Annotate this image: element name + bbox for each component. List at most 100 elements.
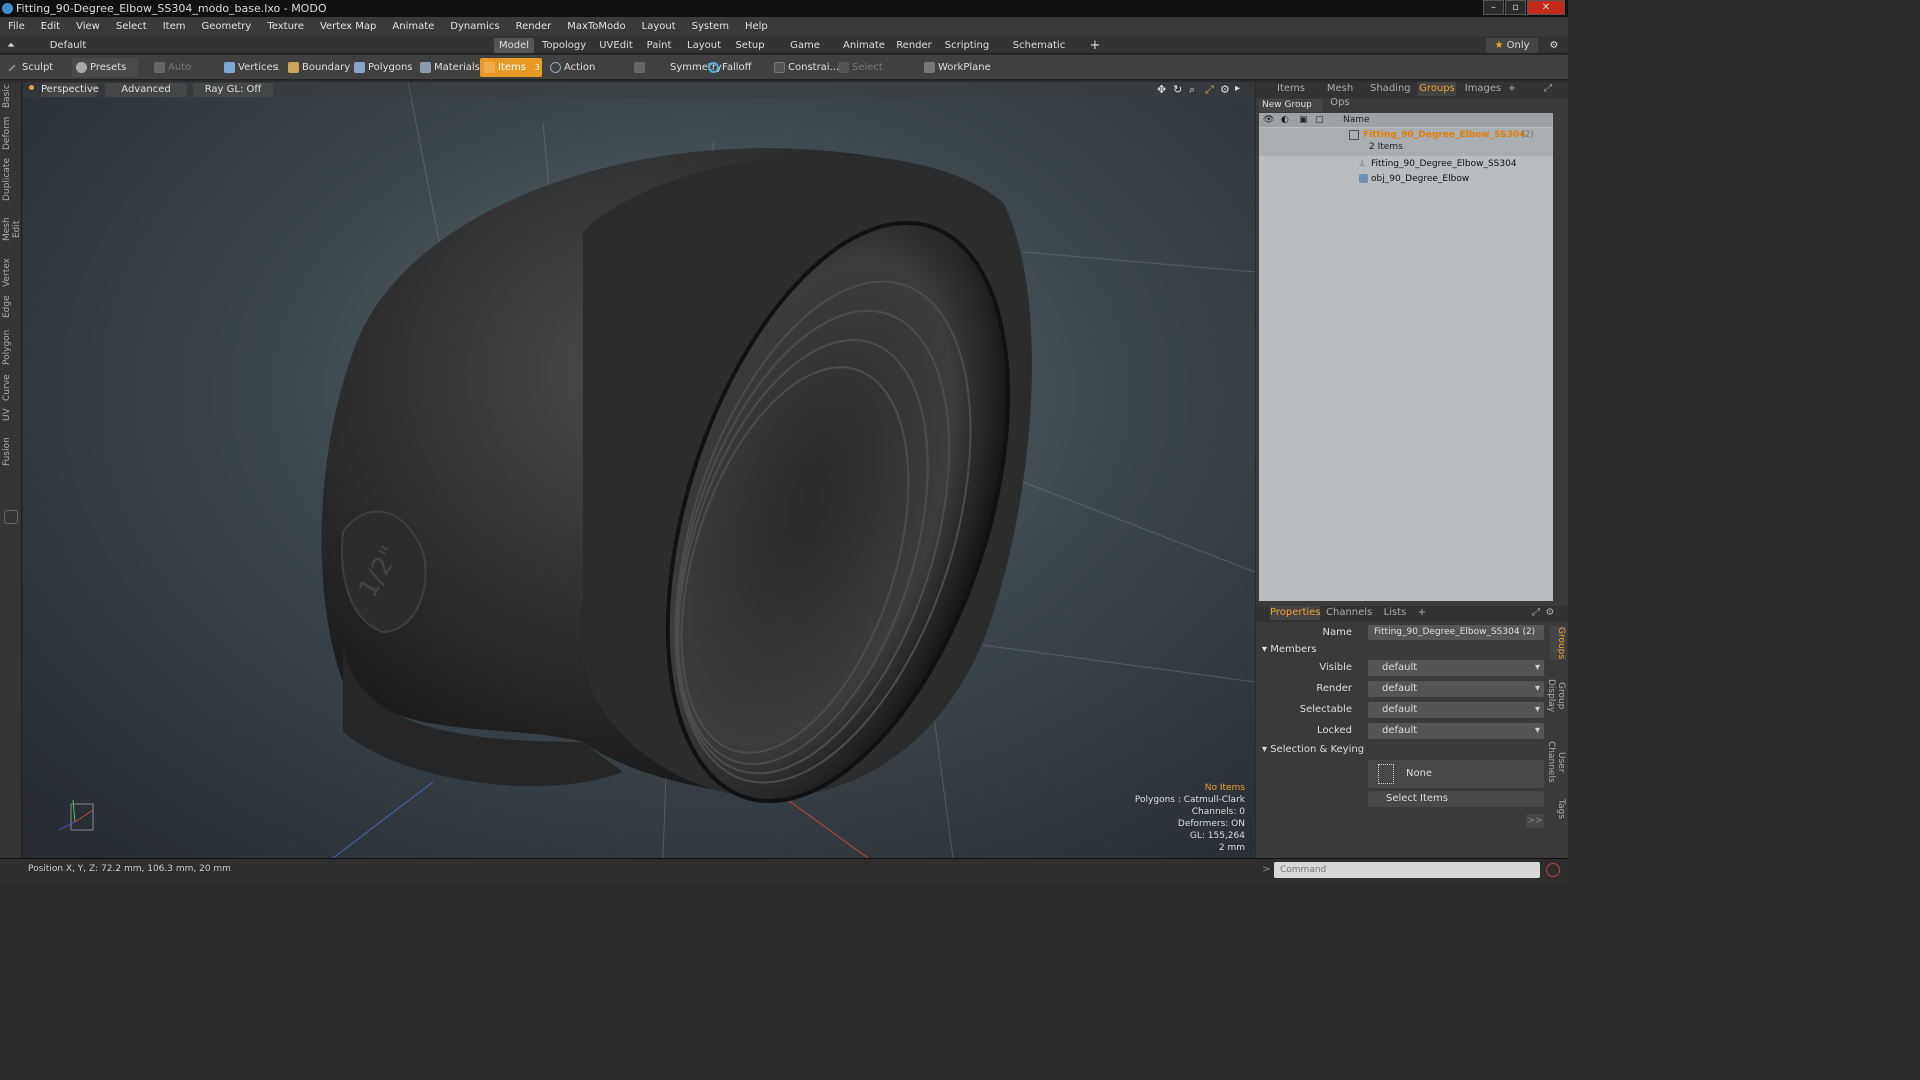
tab-mesh-ops[interactable]: Mesh Ops	[1318, 82, 1362, 108]
more-button[interactable]: >>	[1526, 814, 1544, 828]
menu-geometry[interactable]: Geometry	[193, 21, 259, 32]
minimize-button[interactable]: –	[1483, 0, 1504, 15]
selectable-dropdown[interactable]: default	[1368, 702, 1544, 718]
presets-button[interactable]: Presets	[72, 58, 138, 77]
3d-viewport[interactable]: 1/2" Perspective Advanced Ray GL: Off ✥ …	[23, 82, 1255, 858]
tab-shading[interactable]: Shading	[1370, 82, 1411, 96]
perspective-dropdown[interactable]: Perspective	[41, 83, 99, 97]
left-tab-basic[interactable]: Basic	[2, 84, 18, 108]
tab-items[interactable]: Items	[1276, 82, 1306, 96]
menu-view[interactable]: View	[68, 21, 108, 32]
viewport-expand-icon[interactable]: ▸	[1235, 83, 1240, 94]
side-tab-group-display[interactable]: Group Display	[1546, 666, 1566, 726]
tab-groups[interactable]: Groups	[1418, 82, 1456, 96]
menu-layout[interactable]: Layout	[634, 21, 684, 32]
menu-maxtomodo[interactable]: MaxToModo	[559, 21, 633, 32]
select-items-button[interactable]: Select Items	[1368, 791, 1544, 807]
record-icon[interactable]	[1546, 863, 1560, 877]
action-center-button[interactable]: Action Center	[546, 58, 626, 92]
materials-button[interactable]: Materials	[416, 58, 480, 77]
left-tab-polygon[interactable]: Polygon	[2, 328, 18, 366]
tab-scripting[interactable]: Scripting	[944, 38, 990, 53]
tab-channels[interactable]: Channels	[1326, 606, 1372, 620]
tab-properties[interactable]: Properties	[1270, 606, 1321, 620]
tab-lists[interactable]: Lists	[1380, 606, 1410, 620]
menu-edit[interactable]: Edit	[33, 21, 68, 32]
items-button[interactable]: Items 3	[480, 58, 542, 77]
advanced-dropdown[interactable]: Advanced	[105, 83, 187, 97]
add-panel-tab-icon[interactable]: +	[1506, 82, 1518, 96]
tab-paint[interactable]: Paint	[644, 38, 674, 53]
side-tab-tags[interactable]: Tags	[1550, 798, 1566, 820]
left-tab-vertex[interactable]: Vertex	[2, 258, 18, 288]
side-tab-user-channels[interactable]: User Channels	[1546, 732, 1566, 792]
tab-schematic-fusion[interactable]: Schematic Fusion	[1000, 38, 1078, 66]
auto-select-button[interactable]: Auto Select	[150, 58, 216, 92]
menu-select[interactable]: Select	[108, 21, 155, 32]
menu-texture[interactable]: Texture	[259, 21, 312, 32]
menu-vertex-map[interactable]: Vertex Map	[312, 21, 384, 32]
sculpt-button[interactable]: Sculpt	[4, 58, 68, 77]
tab-topology[interactable]: Topology	[542, 38, 586, 53]
zoom-icon[interactable]: ⌕	[1189, 83, 1195, 97]
menu-system[interactable]: System	[684, 21, 737, 32]
raygl-toggle[interactable]: Ray GL: Off	[193, 83, 273, 97]
select-through-button[interactable]: Select Through	[834, 58, 914, 92]
boundary-button[interactable]: Boundary	[284, 58, 350, 77]
none-button[interactable]: None	[1368, 760, 1544, 788]
left-tab-curve[interactable]: Curve	[2, 374, 18, 402]
menu-dynamics[interactable]: Dynamics	[442, 21, 507, 32]
left-tab-fusion[interactable]: Fusion	[2, 436, 18, 468]
menu-render[interactable]: Render	[508, 21, 560, 32]
tree-item-row[interactable]: ⟂ Fitting_90_Degree_Elbow_SS304	[1259, 157, 1553, 171]
only-toggle[interactable]: ★ Only	[1486, 38, 1538, 53]
side-tab-groups[interactable]: Groups	[1550, 626, 1566, 660]
maximize-viewport-icon[interactable]: ⤢	[1205, 83, 1214, 97]
select-column-icon[interactable]: ▣	[1299, 113, 1308, 127]
gear-icon[interactable]: ⚙	[1546, 38, 1562, 53]
layouts-dropdown[interactable]: Default Layouts ▾	[30, 38, 106, 66]
tab-setup[interactable]: Setup	[732, 38, 768, 53]
toggle-palette-button[interactable]	[4, 510, 18, 524]
left-tab-uv[interactable]: UV	[2, 408, 18, 422]
tab-animate[interactable]: Animate	[842, 38, 886, 53]
render-dropdown[interactable]: default	[1368, 681, 1544, 697]
workplane-button[interactable]: WorkPlane	[920, 58, 991, 77]
tab-game-tools[interactable]: Game Tools	[778, 38, 832, 66]
properties-maximize-icon[interactable]: ⤢	[1530, 606, 1542, 620]
left-tab-edge[interactable]: Edge	[2, 294, 18, 320]
left-tab-mesh-edit[interactable]: Mesh Edit	[2, 208, 22, 250]
tab-uvedit[interactable]: UVEdit	[596, 38, 636, 53]
left-tab-duplicate[interactable]: Duplicate	[2, 158, 18, 202]
vertices-button[interactable]: Vertices 1	[220, 58, 282, 77]
command-input[interactable]	[1274, 862, 1540, 878]
pan-icon[interactable]: ✥	[1157, 83, 1166, 96]
properties-settings-icon[interactable]: ⚙	[1544, 606, 1556, 620]
viewport-settings-icon[interactable]: ⚙	[1220, 83, 1230, 96]
expand-layout-icon[interactable]: ⏶	[6, 38, 16, 53]
panel-maximize-icon[interactable]: ⤢	[1542, 82, 1554, 96]
add-tab-icon[interactable]: +	[1088, 38, 1102, 53]
menu-help[interactable]: Help	[737, 21, 776, 32]
tab-images[interactable]: Images	[1464, 82, 1502, 96]
tab-render[interactable]: Render	[894, 38, 934, 53]
visibility-column-icon[interactable]: 👁	[1263, 113, 1274, 127]
members-section-header[interactable]: ▾ Members	[1262, 644, 1317, 655]
menu-animate[interactable]: Animate	[384, 21, 442, 32]
menu-item[interactable]: Item	[155, 21, 194, 32]
locked-dropdown[interactable]: default	[1368, 723, 1544, 739]
maximize-button[interactable]: ▫	[1505, 0, 1526, 15]
menu-file[interactable]: File	[0, 21, 33, 32]
name-column-header[interactable]: Name	[1343, 113, 1370, 127]
constrain-button[interactable]: Constrai...	[770, 58, 839, 77]
add-properties-tab-icon[interactable]: +	[1416, 606, 1428, 620]
group-row[interactable]: Fitting_90_Degree_Elbow_SS304 (2) 2 Item…	[1259, 128, 1553, 156]
rotate-icon[interactable]: ↻	[1173, 83, 1182, 96]
visible-dropdown[interactable]: default	[1368, 660, 1544, 676]
left-tab-deform[interactable]: Deform	[2, 116, 18, 150]
new-group-button[interactable]: New Group	[1259, 99, 1323, 112]
tab-layout[interactable]: Layout	[684, 38, 724, 53]
group-name-field[interactable]: Fitting_90_Degree_Elbow_SS304 (2)	[1368, 625, 1544, 640]
tab-model[interactable]: Model	[494, 38, 534, 53]
render-column-icon[interactable]: ◐	[1281, 113, 1289, 127]
